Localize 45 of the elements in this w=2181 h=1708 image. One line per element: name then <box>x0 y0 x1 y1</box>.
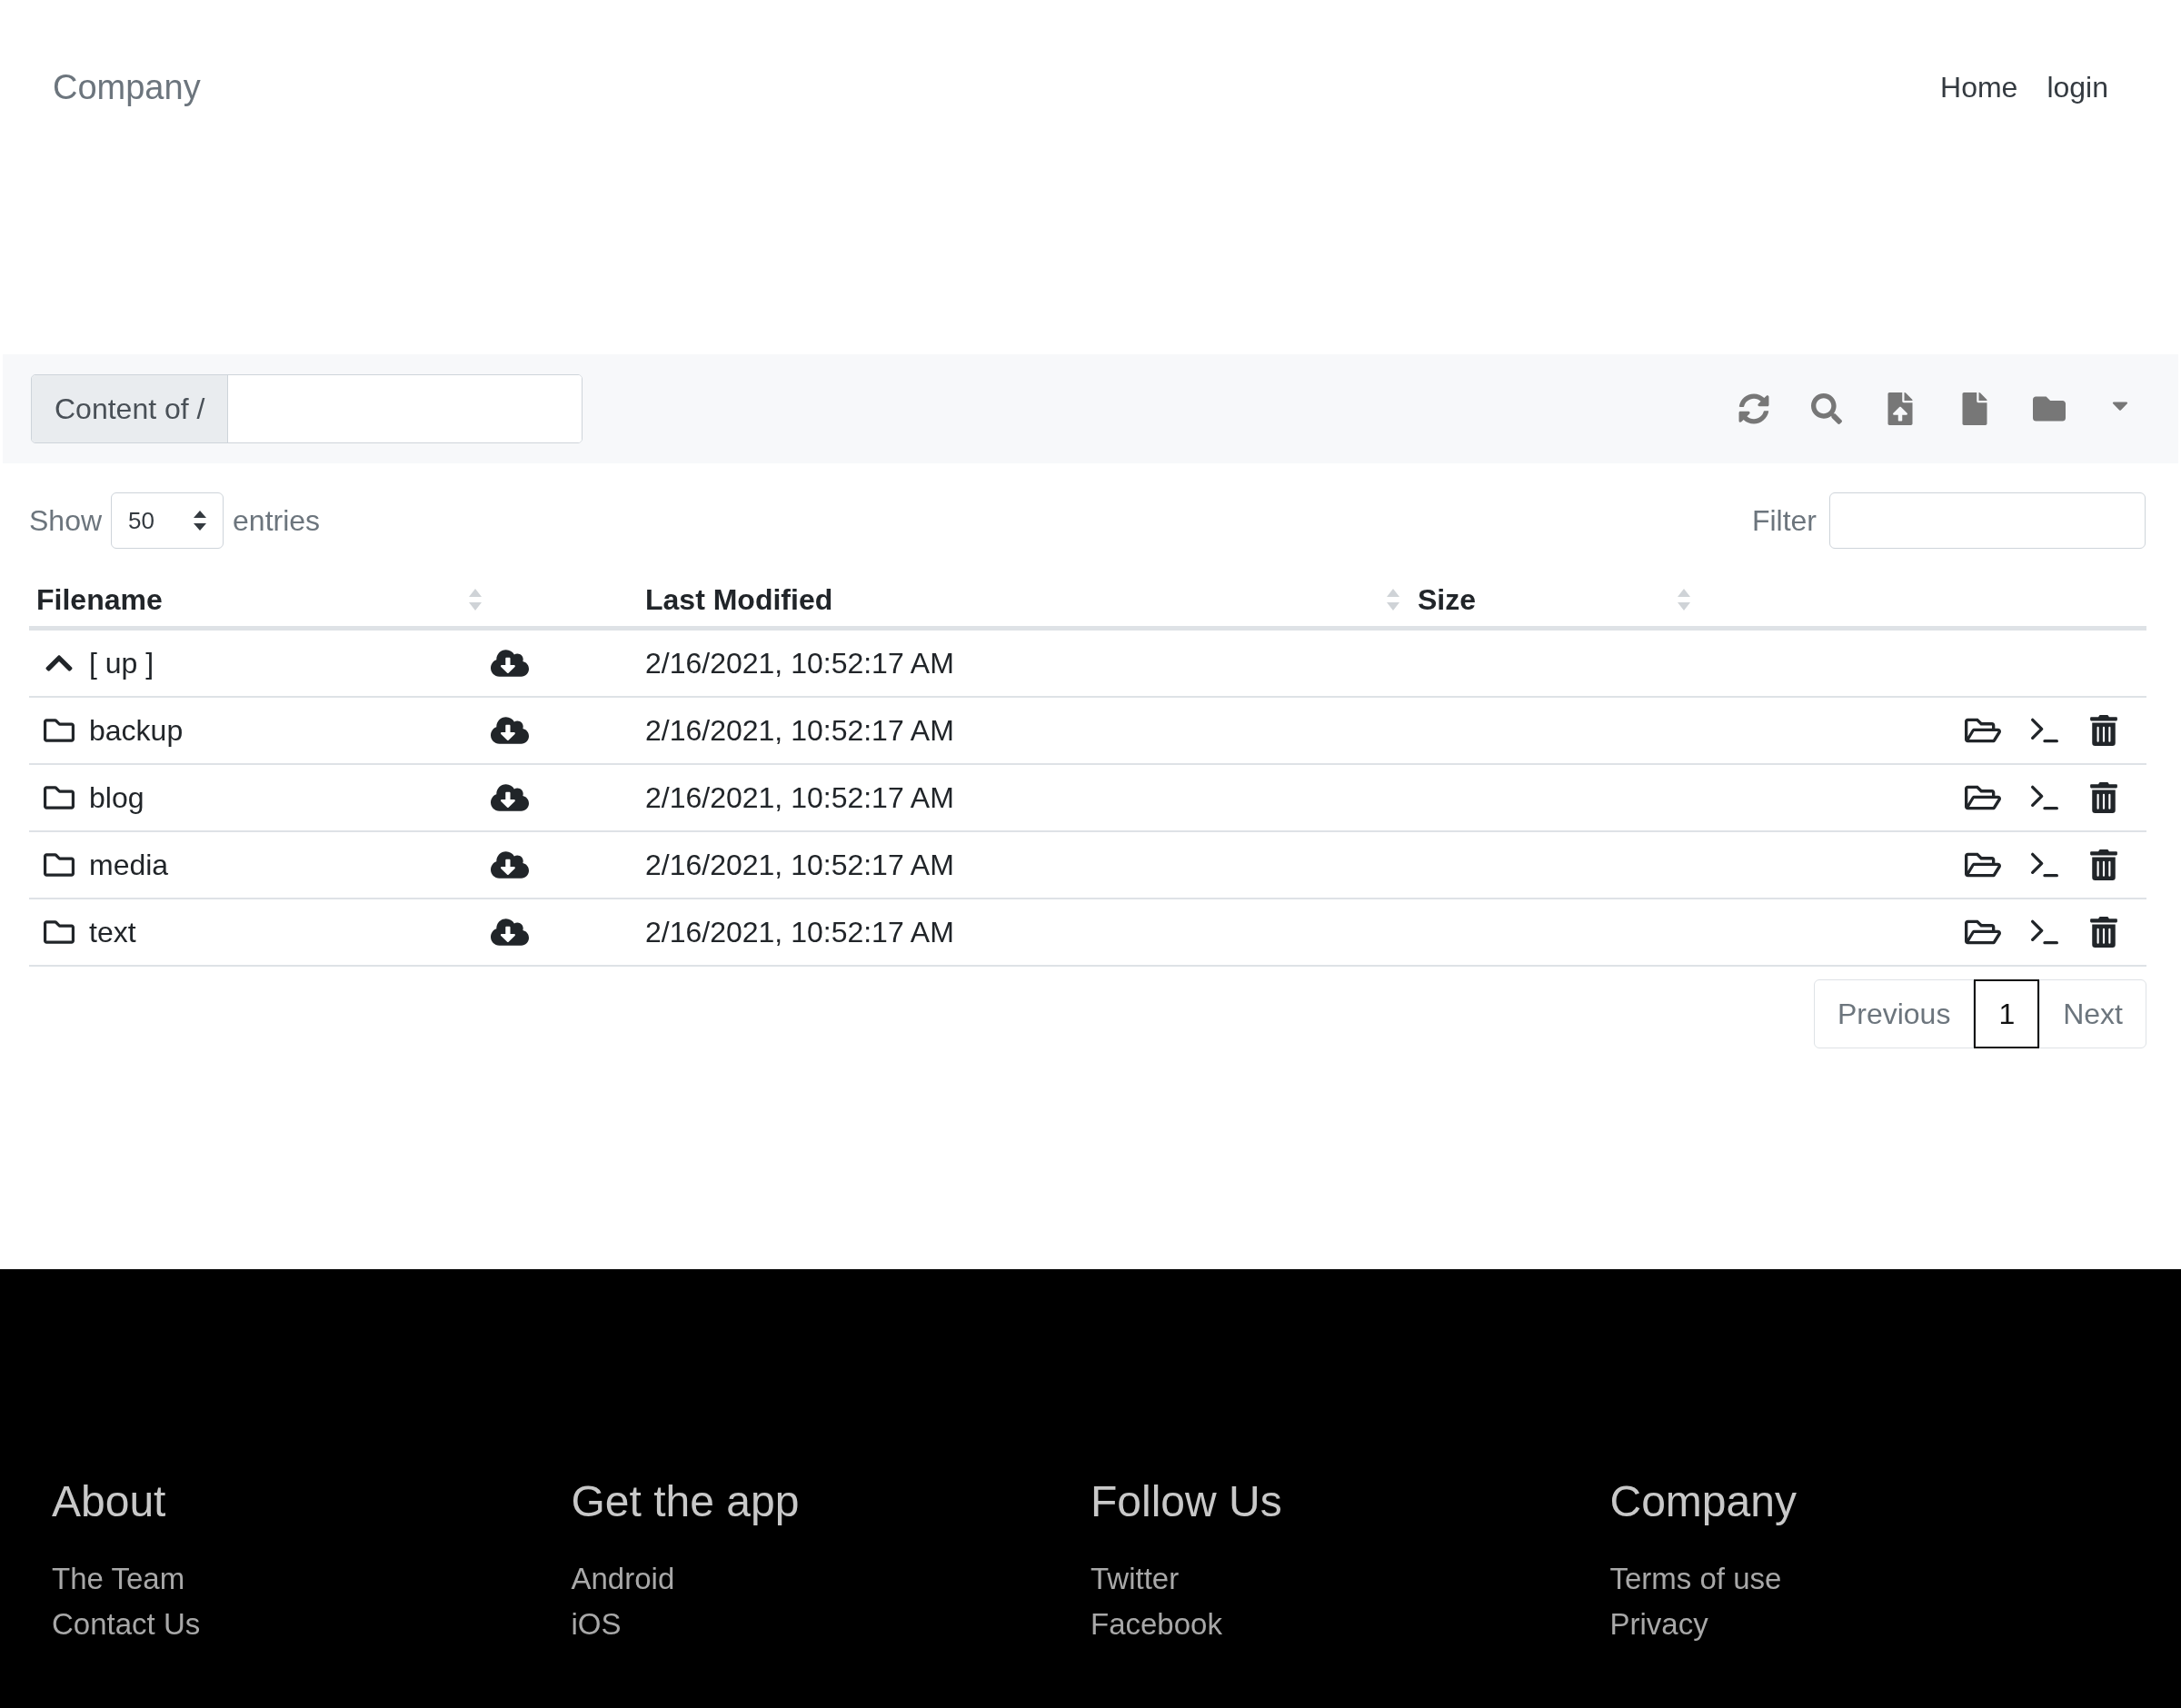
trash-icon[interactable] <box>2088 715 2119 746</box>
file-name[interactable]: blog <box>89 776 144 819</box>
filter-label: Filter <box>1751 503 1817 539</box>
file-name[interactable]: text <box>89 910 136 954</box>
entries-label: entries <box>233 503 321 539</box>
footer-link[interactable]: Contact Us <box>52 1602 201 1647</box>
nav-link[interactable]: Home <box>1940 65 2018 109</box>
entries-select[interactable]: 50 <box>111 492 224 549</box>
footer-link[interactable]: Terms of use <box>1609 1556 1782 1602</box>
modified-date: 2/16/2021, 10:52:17 AM <box>645 714 954 747</box>
brand-link[interactable]: Company <box>53 62 201 114</box>
footer-link[interactable]: The Team <box>52 1556 185 1602</box>
previous-button[interactable]: Previous <box>1813 979 1975 1048</box>
modified-date: 2/16/2021, 10:52:17 AM <box>645 849 954 881</box>
next-button[interactable]: Next <box>2039 979 2146 1048</box>
file-name[interactable]: backup <box>89 709 184 752</box>
path-label: Content of / <box>32 375 229 442</box>
footer-heading: Company <box>1609 1476 1798 1527</box>
filter-field[interactable] <box>1829 492 2146 549</box>
search-icon[interactable] <box>1811 393 1842 424</box>
page-button[interactable]: 1 <box>1974 979 2040 1048</box>
sort-arrows-icon <box>194 511 207 531</box>
path-field[interactable]: Content of / <box>31 374 583 443</box>
column-header[interactable]: Size <box>1418 577 1477 621</box>
footer-heading: Follow Us <box>1090 1476 1283 1527</box>
file-name[interactable]: media <box>89 843 169 887</box>
footer-link[interactable]: Facebook <box>1090 1602 1222 1647</box>
footer-link[interactable]: Privacy <box>1609 1602 1708 1647</box>
footer-heading: Get the app <box>571 1476 801 1527</box>
refresh-icon[interactable] <box>1738 393 1769 424</box>
trash-icon[interactable] <box>2088 782 2119 813</box>
modified-date: 2/16/2021, 10:52:17 AM <box>645 916 954 948</box>
column-header[interactable]: Last Modified <box>645 577 833 621</box>
footer-heading: About <box>52 1476 167 1527</box>
trash-icon[interactable] <box>2088 917 2119 948</box>
nav-link[interactable]: login <box>2047 65 2108 109</box>
footer-link[interactable]: iOS <box>571 1602 622 1647</box>
footer-link[interactable]: Twitter <box>1090 1556 1180 1602</box>
footer-link[interactable]: Android <box>571 1556 675 1602</box>
modified-date: 2/16/2021, 10:52:17 AM <box>645 781 954 814</box>
file-name[interactable]: [ up ] <box>89 641 154 685</box>
trash-icon[interactable] <box>2088 849 2119 880</box>
modified-date: 2/16/2021, 10:52:17 AM <box>645 647 954 680</box>
column-header[interactable]: Filename <box>36 577 163 621</box>
show-label: Show <box>29 503 103 539</box>
